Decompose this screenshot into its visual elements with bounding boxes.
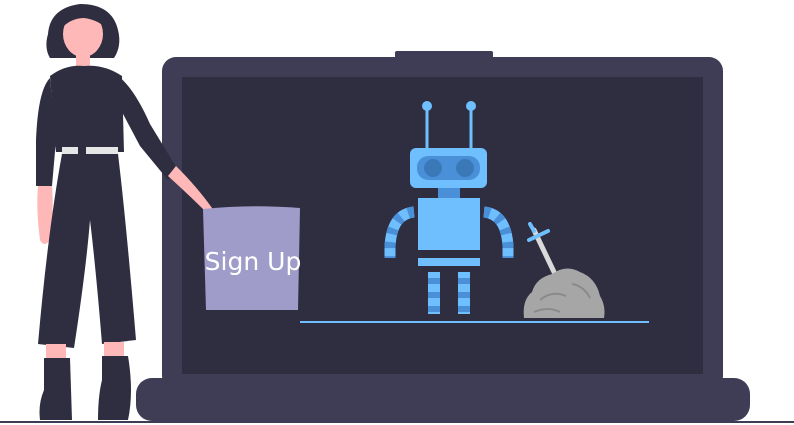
person-boot-right <box>98 356 131 420</box>
belt <box>62 147 118 154</box>
person-torso <box>50 65 124 152</box>
illustration-scene: Sign Up <box>0 4 794 423</box>
signup-card[interactable]: Sign Up <box>203 206 301 310</box>
robot-torso <box>418 198 480 250</box>
person-trousers <box>38 154 136 348</box>
laptop-base <box>136 378 750 421</box>
person-boot-left <box>39 358 72 420</box>
signup-card-label[interactable]: Sign Up <box>205 247 302 276</box>
